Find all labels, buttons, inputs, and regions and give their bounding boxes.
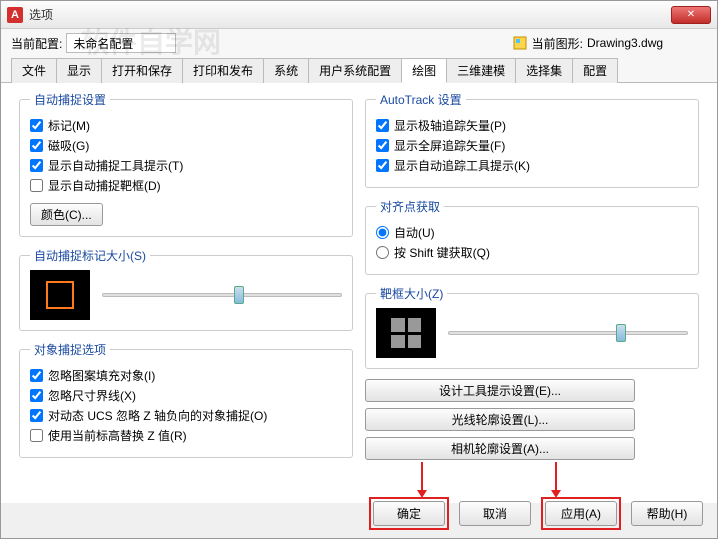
shift-radio[interactable]: 按 Shift 键获取(Q) [376, 244, 688, 261]
autosnap-legend: 自动捕捉设置 [30, 91, 110, 108]
marker-size-legend: 自动捕捉标记大小(S) [30, 247, 150, 264]
ok-button[interactable]: 确定 [373, 501, 445, 526]
tab-open-save[interactable]: 打开和保存 [101, 58, 183, 83]
options-dialog: A 选项 ✕ 软件自学网 当前配置: 未命名配置 当前图形: Drawing3.… [0, 0, 718, 539]
ignore-dim-checkbox[interactable]: 忽略尺寸界线(X) [30, 387, 342, 404]
tab-strip: 文件 显示 打开和保存 打印和发布 系统 用户系统配置 绘图 三维建模 选择集 … [1, 57, 717, 83]
design-tooltip-button[interactable]: 设计工具提示设置(E)... [365, 379, 635, 402]
ok-highlight: 确定 [369, 497, 449, 530]
alignment-legend: 对齐点获取 [376, 198, 444, 215]
osnap-options-group: 对象捕捉选项 忽略图案填充对象(I) 忽略尺寸界线(X) 对动态 UCS 忽略 … [19, 341, 353, 458]
autotrack-legend: AutoTrack 设置 [376, 91, 466, 108]
help-button[interactable]: 帮助(H) [631, 501, 703, 526]
current-profile-value: 未命名配置 [66, 33, 176, 53]
annotation-arrow-ok [421, 462, 423, 492]
marker-size-group: 自动捕捉标记大小(S) [19, 247, 353, 331]
colors-button[interactable]: 颜色(C)... [30, 203, 103, 226]
left-column: 自动捕捉设置 标记(M) 磁吸(G) 显示自动捕捉工具提示(T) 显示自动捕捉靶… [13, 91, 359, 503]
annotation-arrow-apply [555, 462, 557, 492]
close-button[interactable]: ✕ [671, 6, 711, 24]
window-title: 选项 [29, 6, 671, 23]
tab-display[interactable]: 显示 [56, 58, 102, 83]
aperture-box-checkbox[interactable]: 显示自动捕捉靶框(D) [30, 177, 342, 194]
fullscreen-vector-checkbox[interactable]: 显示全屏追踪矢量(F) [376, 137, 688, 154]
tab-plot[interactable]: 打印和发布 [182, 58, 264, 83]
ucs-negz-checkbox[interactable]: 对动态 UCS 忽略 Z 轴负向的对象捕捉(O) [30, 407, 342, 424]
camera-glyph-button[interactable]: 相机轮廓设置(A)... [365, 437, 635, 460]
top-info-row: 当前配置: 未命名配置 当前图形: Drawing3.dwg [1, 29, 717, 57]
aperture-size-legend: 靶框大小(Z) [376, 285, 447, 302]
replace-z-checkbox[interactable]: 使用当前标高替换 Z 值(R) [30, 427, 342, 444]
tab-content: 自动捕捉设置 标记(M) 磁吸(G) 显示自动捕捉工具提示(T) 显示自动捕捉靶… [1, 83, 717, 503]
alignment-acquisition-group: 对齐点获取 自动(U) 按 Shift 键获取(Q) [365, 198, 699, 275]
ignore-hatch-checkbox[interactable]: 忽略图案填充对象(I) [30, 367, 342, 384]
marker-checkbox[interactable]: 标记(M) [30, 117, 342, 134]
track-tooltip-checkbox[interactable]: 显示自动追踪工具提示(K) [376, 157, 688, 174]
app-icon: A [7, 7, 23, 23]
aperture-preview [376, 308, 436, 358]
autotrack-group: AutoTrack 设置 显示极轴追踪矢量(P) 显示全屏追踪矢量(F) 显示自… [365, 91, 699, 188]
aperture-size-group: 靶框大小(Z) [365, 285, 699, 369]
tab-system[interactable]: 系统 [263, 58, 309, 83]
polar-vector-checkbox[interactable]: 显示极轴追踪矢量(P) [376, 117, 688, 134]
current-profile-label: 当前配置: [11, 35, 62, 52]
current-drawing-value: Drawing3.dwg [587, 36, 707, 50]
tab-user-prefs[interactable]: 用户系统配置 [308, 58, 402, 83]
magnet-checkbox[interactable]: 磁吸(G) [30, 137, 342, 154]
apply-highlight: 应用(A) [541, 497, 621, 530]
tab-files[interactable]: 文件 [11, 58, 57, 83]
marker-size-slider[interactable] [102, 284, 342, 306]
osnap-options-legend: 对象捕捉选项 [30, 341, 110, 358]
tab-3d[interactable]: 三维建模 [446, 58, 516, 83]
apply-button[interactable]: 应用(A) [545, 501, 617, 526]
titlebar: A 选项 ✕ [1, 1, 717, 29]
light-glyph-button[interactable]: 光线轮廓设置(L)... [365, 408, 635, 431]
dialog-footer: 确定 取消 应用(A) 帮助(H) [369, 497, 703, 530]
current-drawing-label: 当前图形: [532, 35, 583, 52]
tab-selection[interactable]: 选择集 [515, 58, 573, 83]
dwg-icon [512, 35, 528, 51]
marker-preview [30, 270, 90, 320]
auto-radio[interactable]: 自动(U) [376, 224, 688, 241]
snap-tooltip-checkbox[interactable]: 显示自动捕捉工具提示(T) [30, 157, 342, 174]
tab-drafting[interactable]: 绘图 [401, 58, 447, 83]
cancel-button[interactable]: 取消 [459, 501, 531, 526]
right-column: AutoTrack 设置 显示极轴追踪矢量(P) 显示全屏追踪矢量(F) 显示自… [359, 91, 705, 503]
tab-profiles[interactable]: 配置 [572, 58, 618, 83]
aperture-size-slider[interactable] [448, 322, 688, 344]
autosnap-group: 自动捕捉设置 标记(M) 磁吸(G) 显示自动捕捉工具提示(T) 显示自动捕捉靶… [19, 91, 353, 237]
